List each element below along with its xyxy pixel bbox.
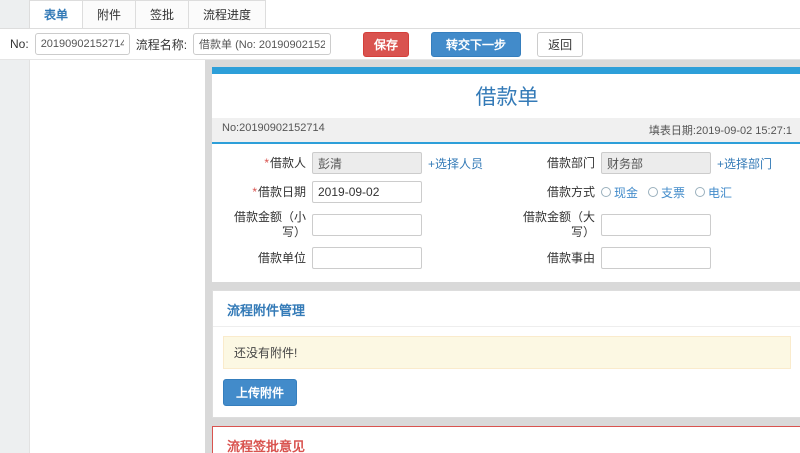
radio-cheque[interactable]: 支票: [648, 184, 685, 201]
form-number: No:20190902152714: [222, 122, 325, 134]
corner-spacer: [0, 0, 30, 28]
tab-form[interactable]: 表单: [29, 0, 84, 28]
radio-icon: [695, 187, 706, 197]
approval-title: 流程签批意见: [213, 427, 800, 453]
radio-icon: [601, 187, 611, 197]
process-name-label: 流程名称:: [135, 37, 188, 52]
required-mark: *: [264, 155, 269, 170]
attachments-panel: 流程附件管理 还没有附件! 上传附件: [212, 290, 800, 418]
attachments-title: 流程附件管理: [213, 291, 800, 327]
left-spacer: [30, 60, 205, 453]
radio-cash[interactable]: 现金: [601, 184, 638, 201]
no-attachments-notice: 还没有附件!: [223, 336, 791, 369]
tab-progress[interactable]: 流程进度: [188, 0, 267, 28]
left-rail: [0, 60, 30, 453]
loan-unit-input[interactable]: [312, 247, 422, 269]
process-name-input[interactable]: [193, 33, 332, 55]
form-fill-date: 填表日期:2019-09-02 15:27:1: [648, 125, 792, 137]
loan-date-input[interactable]: [312, 181, 422, 203]
page-title: 借款单: [475, 86, 539, 109]
back-button[interactable]: 返回: [537, 31, 584, 57]
toolbar: No: 流程名称: 保存 转交下一步 返回: [0, 29, 800, 60]
upload-attachment-button[interactable]: 上传附件: [223, 379, 298, 406]
tab-attachments[interactable]: 附件: [82, 0, 137, 28]
amount-uppercase-input[interactable]: [601, 214, 711, 236]
form-meta-bar: No:20190902152714 填表日期:2019-09-02 15:27:…: [212, 118, 800, 142]
amount-lowercase-input[interactable]: [312, 214, 422, 236]
content-area: 借款单 No:20190902152714 填表日期:2019-09-02 15…: [205, 60, 800, 453]
loan-reason-input[interactable]: [601, 247, 711, 269]
loan-method-options: 现金 支票 电汇: [601, 184, 732, 201]
forward-next-step-button[interactable]: 转交下一步: [431, 31, 522, 57]
save-button[interactable]: 保存: [363, 31, 410, 57]
amount-uppercase-label: 借款金额（大写）: [522, 210, 595, 239]
radio-wire[interactable]: 电汇: [695, 184, 732, 201]
loan-form-panel: 借款单 No:20190902152714 填表日期:2019-09-02 15…: [212, 67, 800, 282]
amount-lowercase-label: 借款金额（小写）: [233, 210, 306, 239]
loan-reason-label: 借款事由: [546, 250, 595, 265]
select-person-link[interactable]: +选择人员: [428, 155, 483, 172]
department-input[interactable]: [601, 152, 711, 174]
approval-panel: 流程签批意见 B I abc ✗ ∞ ⚑ 1≡ •≡ ⇤ ⇥: [212, 426, 800, 453]
no-input[interactable]: [34, 33, 130, 55]
no-label: No:: [10, 37, 29, 51]
select-department-link[interactable]: +选择部门: [717, 155, 772, 172]
tab-approval[interactable]: 签批: [135, 0, 190, 28]
loan-unit-label: 借款单位: [257, 250, 306, 265]
department-label: 借款部门: [546, 155, 595, 170]
form-fields: *借款人 +选择人员 借款部门 +选择部门 *借款日期: [212, 144, 800, 282]
borrower-input[interactable]: [312, 152, 422, 174]
panel-top-accent-bar: [212, 67, 800, 74]
tab-bar: 表单 附件 签批 流程进度: [0, 0, 800, 29]
loan-method-label: 借款方式: [546, 184, 595, 199]
radio-icon: [648, 187, 659, 197]
loan-date-label: *借款日期: [252, 184, 306, 199]
required-mark: *: [252, 184, 257, 199]
borrower-label: *借款人: [264, 155, 306, 170]
